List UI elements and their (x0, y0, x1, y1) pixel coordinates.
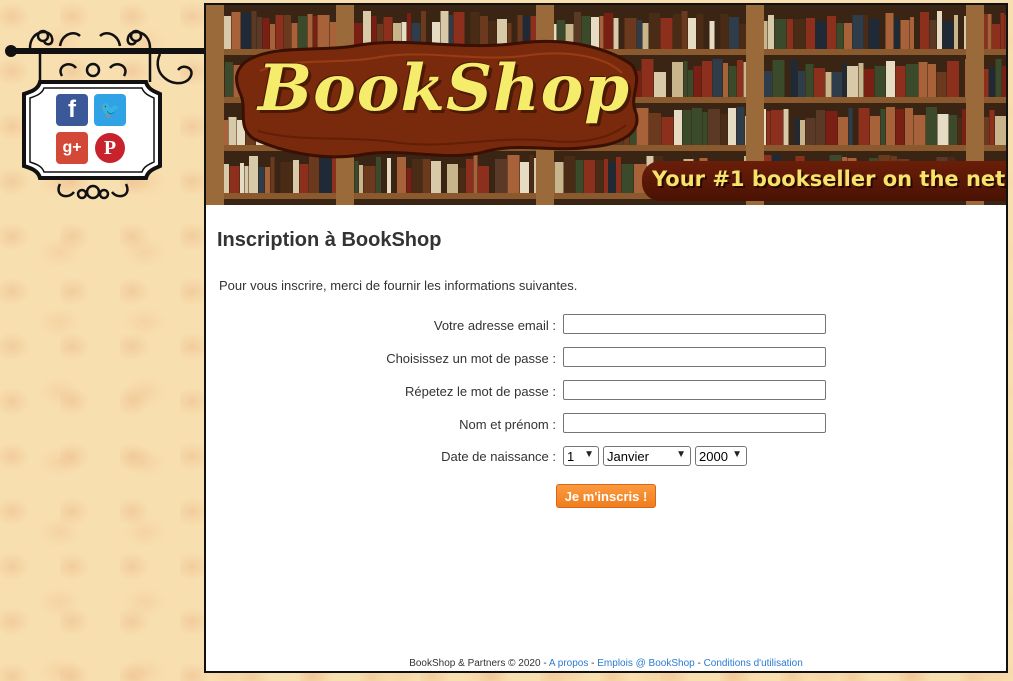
footer-separator: - (694, 658, 704, 669)
facebook-icon[interactable]: f (56, 94, 88, 126)
form-row-email: Votre adresse email : (206, 314, 1006, 338)
footer-link-jobs[interactable]: Emplois @ BookShop (597, 658, 694, 669)
chevron-down-icon: ▼ (732, 449, 742, 460)
birthdate-label: Date de naissance : (441, 449, 556, 464)
google-plus-icon[interactable]: g+ (56, 132, 88, 164)
password-label: Choisissez un mot de passe : (386, 351, 556, 366)
social-sign: f 🐦 g+ P (0, 0, 206, 210)
form-row-password-repeat: Répetez le mot de passe : (206, 380, 1006, 404)
birth-year-value: 2000 (699, 448, 728, 464)
pinterest-glyph: P (95, 133, 125, 163)
page-title: Inscription à BookShop (217, 229, 442, 251)
footer-copyright: BookShop & Partners © 2020 (409, 658, 541, 669)
name-field[interactable] (563, 413, 826, 433)
form-row-password: Choisissez un mot de passe : (206, 347, 1006, 371)
password-field[interactable] (563, 347, 826, 367)
footer-link-about[interactable]: A propos (549, 658, 588, 669)
header-banner: BookShop Your #1 bookseller on the net (206, 5, 1006, 205)
email-label: Votre adresse email : (433, 318, 556, 333)
footer-separator: - (540, 658, 549, 669)
twitter-icon[interactable]: 🐦 (94, 94, 126, 126)
google-plus-glyph: g+ (62, 139, 82, 156)
intro-text: Pour vous inscrire, merci de fournir les… (219, 278, 578, 293)
tagline: Your #1 bookseller on the net (652, 167, 1006, 191)
pinterest-icon[interactable]: P (94, 132, 126, 164)
main-panel: BookShop Your #1 bookseller on the net I… (204, 3, 1008, 673)
footer: BookShop & Partners © 2020 - A propos - … (206, 658, 1006, 669)
form-row-name: Nom et prénom : (206, 413, 1006, 437)
birth-month-select[interactable]: Janvier ▼ (603, 446, 691, 466)
chevron-down-icon: ▼ (584, 449, 594, 460)
password-repeat-field[interactable] (563, 380, 826, 400)
birth-month-value: Janvier (607, 448, 649, 464)
birth-day-select[interactable]: 1 ▼ (563, 446, 599, 466)
birth-year-select[interactable]: 2000 ▼ (695, 446, 747, 466)
form-row-birthdate: Date de naissance : 1 ▼ Janvier ▼ 2000 ▼ (206, 445, 1006, 469)
email-field[interactable] (563, 314, 826, 334)
chevron-down-icon: ▼ (676, 449, 686, 460)
footer-separator: - (588, 658, 598, 669)
twitter-glyph: 🐦 (100, 102, 120, 119)
name-label: Nom et prénom : (459, 417, 556, 432)
facebook-glyph: f (68, 96, 76, 123)
bookshop-logo[interactable]: BookShop (258, 51, 638, 126)
submit-button[interactable]: Je m'inscris ! (556, 484, 656, 508)
footer-link-terms[interactable]: Conditions d'utilisation (704, 658, 803, 669)
birth-day-value: 1 (567, 448, 575, 464)
password-repeat-label: Répetez le mot de passe : (404, 384, 556, 399)
